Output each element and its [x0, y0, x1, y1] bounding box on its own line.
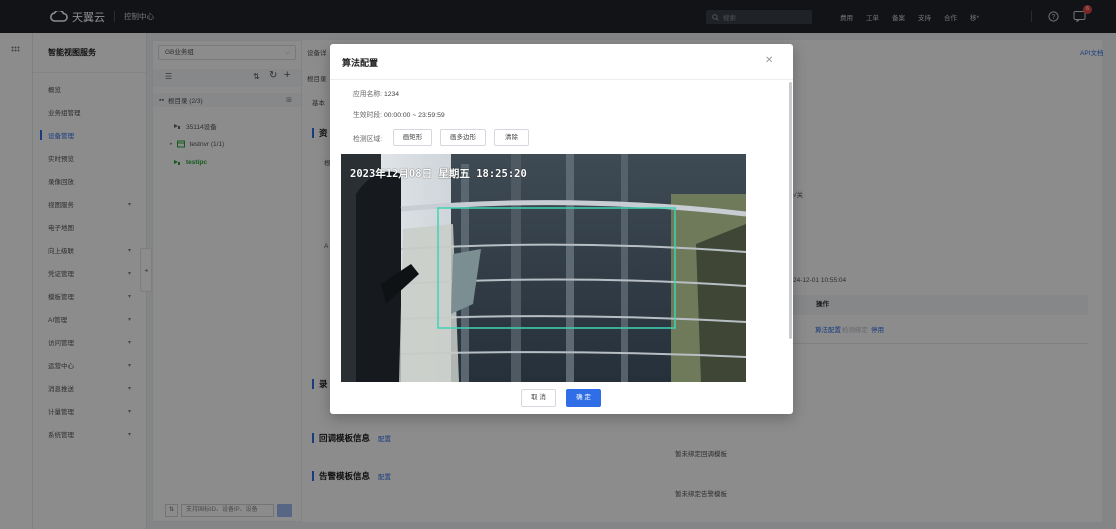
camera-preview[interactable]: 2023年12月08日 星期五 18:25:20 [341, 154, 746, 382]
clear-button[interactable]: 清除 [494, 129, 529, 146]
camera-osd-timestamp: 2023年12月08日 星期五 18:25:20 [350, 168, 527, 180]
draw-rectangle-button[interactable]: 画矩形 [393, 129, 432, 146]
scrollbar[interactable] [789, 82, 792, 339]
effective-time-field: 生效时段: 00:00:00 ~ 23:59:59 [353, 109, 445, 119]
detect-area-label: 检测区域: [353, 136, 383, 143]
app-name-field: 应用名称: 1234 [353, 88, 399, 98]
dialog-title: 算法配置 [342, 58, 379, 68]
app-name-value: 1234 [383, 91, 400, 98]
confirm-button[interactable]: 确 定 [566, 389, 601, 407]
close-icon[interactable]: ✕ [765, 55, 773, 66]
camera-frame [341, 154, 746, 382]
algorithm-config-dialog: 算法配置 ✕ 应用名称: 1234 生效时段: 00:00:00 ~ 23:59… [330, 44, 793, 414]
draw-polygon-button[interactable]: 画多边形 [440, 129, 486, 146]
divider [330, 79, 793, 80]
app-name-label: 应用名称: [353, 91, 383, 98]
effective-time-value: 00:00:00 ~ 23:59:59 [383, 112, 445, 119]
cancel-button[interactable]: 取 消 [521, 389, 556, 407]
effective-time-label: 生效时段: [353, 112, 383, 119]
